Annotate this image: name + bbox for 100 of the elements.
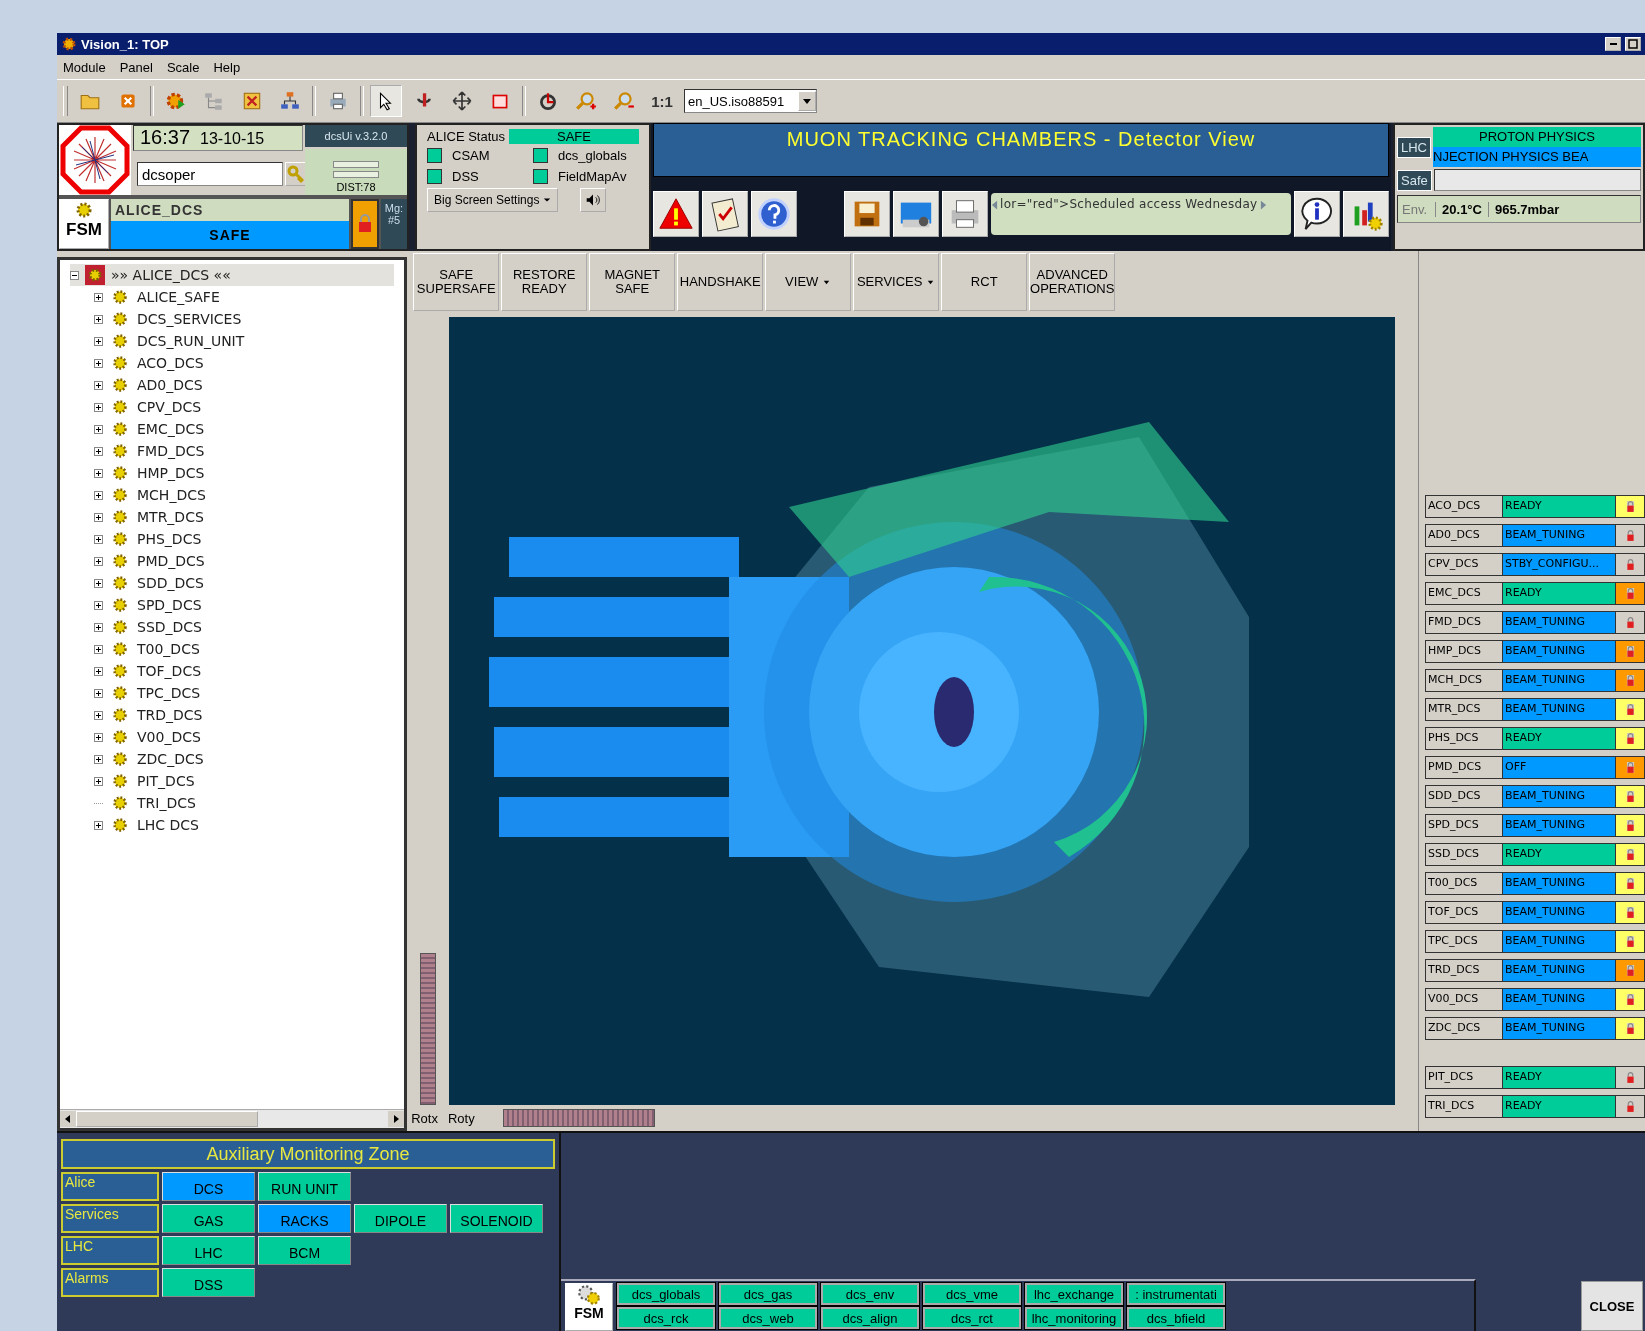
subsystem-state[interactable]: BEAM_TUNING (1503, 960, 1615, 981)
subsystem-state[interactable]: READY (1503, 496, 1615, 517)
subsystem-state[interactable]: BEAM_TUNING (1503, 873, 1615, 894)
expand-toggle[interactable] (94, 710, 103, 720)
fsm-node-button[interactable]: dcs_web (719, 1307, 817, 1329)
expand-toggle[interactable] (94, 754, 103, 764)
menu-item[interactable]: Module (63, 59, 106, 75)
clipboard-icon[interactable] (702, 191, 748, 237)
expand-toggle[interactable] (94, 776, 103, 786)
expand-toggle[interactable] (94, 424, 103, 434)
subsystem-state[interactable]: BEAM_TUNING (1503, 699, 1615, 720)
fsm-node-button[interactable]: dcs_vme (923, 1283, 1021, 1305)
close-button[interactable]: CLOSE (1581, 1281, 1643, 1331)
scrollbar-thumb[interactable] (76, 1111, 258, 1127)
tree-item[interactable]: SPD_DCS (137, 597, 202, 613)
fsm-button[interactable]: FSM (59, 199, 109, 249)
expand-toggle[interactable] (94, 644, 103, 654)
fsm-button[interactable]: FSM (565, 1283, 613, 1331)
subsystem-state[interactable]: BEAM_TUNING (1503, 641, 1615, 662)
tree-item[interactable]: TOF_DCS (137, 663, 202, 679)
expand-toggle[interactable] (94, 336, 103, 346)
expand-toggle[interactable] (94, 622, 103, 632)
action-button[interactable]: MAGNET SAFE (589, 253, 676, 311)
subsystem-state[interactable]: BEAM_TUNING (1503, 612, 1615, 633)
lock-icon[interactable] (1615, 989, 1644, 1010)
action-button[interactable]: RESTORE READY (501, 253, 588, 311)
menu-item[interactable]: Scale (166, 59, 200, 75)
subsystem-state[interactable]: BEAM_TUNING (1503, 815, 1615, 836)
lock-icon[interactable] (1615, 1018, 1644, 1039)
tree-item[interactable]: DCS_RUN_UNIT (137, 333, 245, 349)
fsm-node-button[interactable]: dcs_bfield (1127, 1307, 1225, 1329)
zone-button[interactable]: LHC (162, 1236, 255, 1265)
lock-icon[interactable] (1615, 670, 1644, 691)
tree-item[interactable]: CPV_DCS (137, 399, 202, 415)
fsm-node-button[interactable]: dcs_rct (923, 1307, 1021, 1329)
menu-item[interactable]: Panel (119, 59, 153, 75)
lock-icon[interactable] (1615, 873, 1644, 894)
fsm-node-button[interactable]: dcs_gas (719, 1283, 817, 1305)
subsystem-state[interactable]: BEAM_TUNING (1503, 931, 1615, 952)
expand-toggle[interactable] (94, 446, 103, 456)
action-button[interactable]: RCT (941, 253, 1028, 311)
zone-button[interactable]: SOLENOID (450, 1204, 543, 1233)
fsm-node-button[interactable]: dcs_align (821, 1307, 919, 1329)
tree-item[interactable]: LHC DCS (137, 817, 199, 833)
fsm-node-button[interactable]: lhc_monitoring (1025, 1307, 1123, 1329)
zone-button[interactable]: RACKS (258, 1204, 351, 1233)
tree-item[interactable]: TPC_DCS (137, 685, 201, 701)
expand-toggle[interactable] (94, 468, 103, 478)
zone-button[interactable]: RUN UNIT (258, 1172, 351, 1201)
action-button[interactable]: SERVICES (853, 253, 940, 311)
expand-toggle[interactable] (94, 490, 103, 500)
fsm-node-button[interactable]: dcs_env (821, 1283, 919, 1305)
tree-item[interactable]: V00_DCS (137, 729, 201, 745)
subsystem-state[interactable]: OFF (1503, 757, 1615, 778)
lock-icon[interactable] (1615, 496, 1644, 517)
lock-icon[interactable] (1615, 786, 1644, 807)
lock-icon[interactable] (1615, 641, 1644, 662)
collapse-toggle[interactable] (70, 270, 79, 280)
tree-item[interactable]: TRI_DCS (137, 795, 196, 811)
subsystem-state[interactable]: BEAM_TUNING (1503, 670, 1615, 691)
pointer-icon[interactable] (370, 85, 402, 117)
fsm-node-button[interactable]: dcs_rck (617, 1307, 715, 1329)
tree-item[interactable]: AD0_DCS (137, 377, 203, 393)
subsystem-state[interactable]: READY (1503, 1067, 1615, 1088)
lock-icon[interactable] (1615, 931, 1644, 952)
expand-toggle[interactable] (94, 512, 103, 522)
action-button[interactable]: VIEW (765, 253, 852, 311)
camera-icon[interactable] (893, 191, 939, 237)
zoom-reset-button[interactable]: 1:1 (646, 85, 678, 117)
action-button[interactable]: HANDSHAKE (677, 253, 764, 311)
maximize-button[interactable] (1625, 37, 1641, 51)
fsm-node-button[interactable]: lhc_exchange (1025, 1283, 1123, 1305)
tree-item[interactable]: FMD_DCS (137, 443, 205, 459)
expand-toggle[interactable] (94, 666, 103, 676)
zone-button[interactable]: DCS (162, 1172, 255, 1201)
expand-toggle[interactable] (94, 534, 103, 544)
zone-button[interactable]: GAS (162, 1204, 255, 1233)
tree-item[interactable]: ALICE_SAFE (137, 289, 220, 305)
tree-item[interactable]: MCH_DCS (137, 487, 206, 503)
tree-item[interactable]: EMC_DCS (137, 421, 205, 437)
subsystem-state[interactable]: BEAM_TUNING (1503, 525, 1615, 546)
tree-item[interactable]: SSD_DCS (137, 619, 202, 635)
lock-icon[interactable] (1615, 699, 1644, 720)
tree-item[interactable]: PIT_DCS (137, 773, 195, 789)
locale-dropdown[interactable]: en_US.iso88591 (684, 89, 817, 113)
expand-toggle[interactable] (94, 556, 103, 566)
expand-toggle[interactable] (94, 292, 103, 302)
fsm-node-button[interactable]: : instrumentati (1127, 1283, 1225, 1305)
expand-toggle[interactable] (94, 358, 103, 368)
lock-icon[interactable] (1615, 728, 1644, 749)
tree-item[interactable]: T00_DCS (137, 641, 200, 657)
help-icon[interactable] (751, 191, 797, 237)
lock-icon[interactable] (1615, 902, 1644, 923)
tree-item[interactable]: HMP_DCS (137, 465, 205, 481)
expand-toggle[interactable] (94, 380, 103, 390)
info-icon[interactable] (1294, 191, 1340, 237)
expand-toggle[interactable] (94, 820, 103, 830)
lock-icon[interactable] (1615, 960, 1644, 981)
subsystem-state[interactable]: READY (1503, 1096, 1615, 1117)
zone-button[interactable]: DIPOLE (354, 1204, 447, 1233)
